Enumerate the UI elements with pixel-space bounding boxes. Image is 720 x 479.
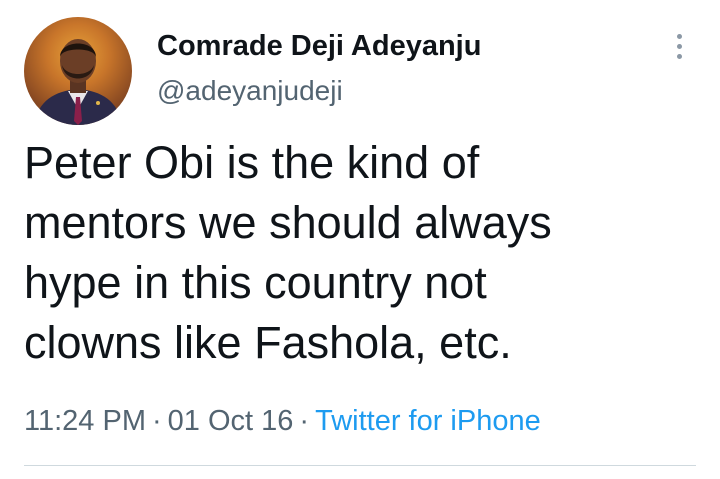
meta-separator: · <box>299 405 310 437</box>
tweet-source-link[interactable]: Twitter for iPhone <box>315 405 541 437</box>
more-dot <box>676 34 682 39</box>
divider <box>24 465 696 466</box>
tweet-date[interactable]: 01 Oct 16 <box>168 405 294 437</box>
display-name[interactable]: Comrade Deji Adeyanju <box>157 28 481 64</box>
avatar[interactable] <box>24 17 132 125</box>
tweet-time[interactable]: 11:24 PM <box>24 405 146 437</box>
profile-photo <box>34 39 122 125</box>
vertical-ellipsis-icon[interactable] <box>669 34 689 64</box>
user-handle[interactable]: @adeyanjudeji <box>157 74 481 108</box>
tweet-text-line: Peter Obi is the kind of <box>24 137 480 188</box>
tweet-text-line: clowns like Fashola, etc. <box>24 317 512 368</box>
tweet-meta: 11:24 PM · 01 Oct 16 · Twitter for iPhone <box>24 401 541 441</box>
more-dot <box>676 54 682 59</box>
author-info: Comrade Deji Adeyanju @adeyanjudeji <box>157 28 481 108</box>
tweet-text-line: hype in this country not <box>24 257 487 308</box>
meta-separator: · <box>151 405 162 437</box>
more-dot <box>676 44 682 49</box>
tweet-text-line: mentors we should always <box>24 197 552 248</box>
tweet-text: Peter Obi is the kind of mentors we shou… <box>24 133 704 373</box>
tweet-card: Comrade Deji Adeyanju @adeyanjudeji Pete… <box>0 0 720 479</box>
